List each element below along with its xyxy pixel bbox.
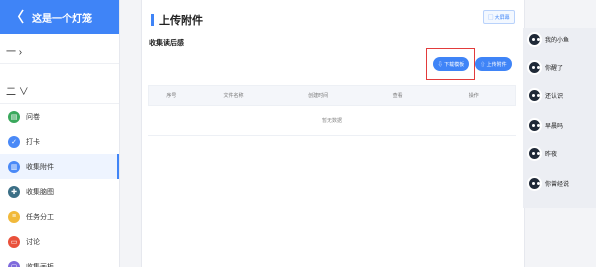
doc-icon: ▤ xyxy=(8,110,20,123)
canvas-icon: ▢ xyxy=(8,260,20,267)
right-list-item[interactable]: 昨夜 xyxy=(527,146,557,161)
sidebar-item-label: 收集画板 xyxy=(26,263,54,267)
sidebar-group-1[interactable]: 一 › xyxy=(0,38,119,64)
table-column-header: 操作 xyxy=(468,93,479,99)
attachment-icon: ▥ xyxy=(8,160,20,173)
sidebar-item-label: 任务分工 xyxy=(26,213,54,221)
table-column-header: 查看 xyxy=(392,93,403,99)
table-header: 序号 文件名称 创建时间 查看 操作 xyxy=(148,85,516,106)
title-accent-bar xyxy=(151,14,154,26)
mindmap-icon: ✚ xyxy=(8,185,20,198)
sidebar-item[interactable]: ✚ 收集脑图 xyxy=(0,179,119,204)
sidebar-item[interactable]: ▥ 收集附件 xyxy=(0,154,119,179)
avatar-icon xyxy=(527,146,542,161)
right-list-item-label: 你醒了 xyxy=(545,66,564,72)
right-list-item[interactable]: 还认识 xyxy=(527,88,563,103)
sidebar-item[interactable]: ▭ 讨论 xyxy=(0,229,119,254)
discussion-icon: ▭ xyxy=(8,235,20,248)
right-list: 我的小鱼你醒了还认识早晨吗昨夜你曾经说 xyxy=(523,28,596,208)
right-list-item-label: 昨夜 xyxy=(545,152,558,158)
right-list-item-label: 你曾经说 xyxy=(545,182,570,188)
back-arrow-icon[interactable]: 〈 xyxy=(10,10,24,24)
sidebar-item-label: 问卷 xyxy=(26,113,40,121)
sidebar-item-label: 打卡 xyxy=(26,138,40,146)
upload-attachment-button[interactable]: ⇧ 上传附件 xyxy=(475,57,512,71)
sidebar-item-label: 收集附件 xyxy=(26,163,54,171)
avatar-icon xyxy=(527,88,542,103)
sidebar-item-label: 收集脑图 xyxy=(26,188,54,196)
main-panel: 上传附件 ▢ 大屏幕 收集读后感 ⇩ 下载模板 ⇧ 上传附件 序号 文件名称 创建时… xyxy=(141,0,525,267)
sidebar-items: ▤ 问卷 ✓ 打卡 ▥ 收集附件 ✚ 收集脑图 ≡ 任务分工 ▭ 讨论 ▢ 收集画板 xyxy=(0,104,119,267)
page-title-text: 上传附件 xyxy=(159,15,203,27)
task-icon: ≡ xyxy=(8,210,20,223)
table-column-header: 文件名称 xyxy=(223,93,244,99)
avatar-icon xyxy=(527,32,542,47)
avatar-icon xyxy=(527,176,542,191)
right-list-item[interactable]: 早晨吗 xyxy=(527,118,563,133)
right-list-item-label: 我的小鱼 xyxy=(545,38,570,44)
sidebar-item[interactable]: ≡ 任务分工 xyxy=(0,204,119,229)
bigscreen-button[interactable]: ▢ 大屏幕 xyxy=(483,10,515,24)
checkin-icon: ✓ xyxy=(8,135,20,148)
attachments-table: 序号 文件名称 创建时间 查看 操作 暂无数据 xyxy=(148,85,516,136)
table-column-header: 序号 xyxy=(166,93,177,99)
sidebar-title: 这是一个灯笼 xyxy=(32,13,92,25)
sidebar-item[interactable]: ✓ 打卡 xyxy=(0,129,119,154)
table-column-header: 创建时间 xyxy=(308,93,329,99)
app-root: 〈 这是一个灯笼 一 › 二 ∨ ▤ 问卷 ✓ 打卡 ▥ 收集附件 ✚ 收集脑图 ≡ 任务分工 ▭ 讨… xyxy=(0,0,596,267)
table-empty-row: 暂无数据 xyxy=(148,106,516,136)
right-list-item[interactable]: 我的小鱼 xyxy=(527,32,569,47)
section-subtitle: 收集读后感 xyxy=(149,40,184,47)
right-list-item[interactable]: 你醒了 xyxy=(527,60,563,75)
right-list-item-label: 早晨吗 xyxy=(545,124,564,130)
download-template-button[interactable]: ⇩ 下载模板 xyxy=(433,57,469,71)
sidebar-group-2[interactable]: 二 ∨ xyxy=(0,78,119,104)
avatar-icon xyxy=(527,60,542,75)
right-list-item-label: 还认识 xyxy=(545,94,564,100)
sidebar-header[interactable]: 〈 这是一个灯笼 xyxy=(0,0,119,34)
page-title: 上传附件 xyxy=(151,12,203,28)
right-list-item[interactable]: 你曾经说 xyxy=(527,176,569,191)
avatar-icon xyxy=(527,118,542,133)
sidebar-item[interactable]: ▢ 收集画板 xyxy=(0,254,119,267)
sidebar: 〈 这是一个灯笼 一 › 二 ∨ ▤ 问卷 ✓ 打卡 ▥ 收集附件 ✚ 收集脑图 ≡ 任务分工 ▭ 讨… xyxy=(0,0,120,267)
sidebar-item[interactable]: ▤ 问卷 xyxy=(0,104,119,129)
sidebar-item-label: 讨论 xyxy=(26,238,40,246)
